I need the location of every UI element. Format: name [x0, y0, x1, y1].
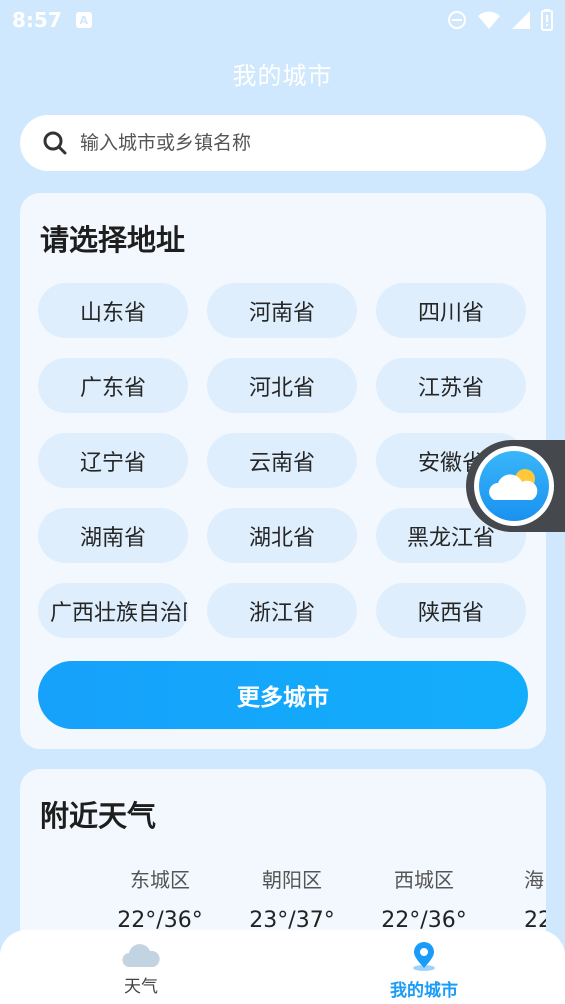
bottom-tab-bar: 天气 我的城市 [0, 930, 565, 1004]
wifi-icon [478, 11, 500, 29]
battery-icon [541, 9, 553, 31]
status-right [447, 9, 553, 31]
province-chip[interactable]: 广东省 [38, 358, 188, 413]
notification-icon: A [75, 12, 92, 28]
page-title: 我的城市 [232, 62, 333, 90]
province-chip[interactable]: 湖北省 [207, 508, 357, 563]
nearby-item[interactable]: 东城区 22°/36° [100, 864, 220, 933]
province-chip[interactable]: 浙江省 [207, 583, 357, 638]
status-left: 8:57 A [12, 8, 92, 32]
weather-cloud-sun-icon [474, 446, 554, 526]
province-chip[interactable]: 云南省 [207, 433, 357, 488]
province-chip[interactable]: 江苏省 [376, 358, 526, 413]
search-icon [43, 131, 67, 155]
province-card-title: 请选择地址 [40, 223, 186, 257]
nearby-district-name: 西城区 [394, 868, 454, 892]
province-chip[interactable]: 河北省 [207, 358, 357, 413]
nearby-item[interactable]: 海 22° [496, 864, 546, 933]
tab-my-city[interactable]: 我的城市 [359, 930, 489, 1004]
province-card: 请选择地址 山东省 河南省 四川省 广东省 河北省 江苏省 辽宁省 云南省 安徽… [20, 193, 546, 749]
province-chip[interactable]: 四川省 [376, 283, 526, 338]
status-bar: 8:57 A [0, 0, 565, 40]
province-chip[interactable]: 陕西省 [376, 583, 526, 638]
nearby-item[interactable]: 朝阳区 23°/37° [232, 864, 352, 933]
province-chip[interactable]: 广西壮族自治区 [38, 583, 188, 638]
province-chip[interactable]: 湖南省 [38, 508, 188, 563]
nearby-district-name: 朝阳区 [262, 868, 322, 892]
tab-weather-label: 天气 [124, 977, 158, 997]
cloud-icon [122, 944, 160, 968]
province-chip[interactable]: 河南省 [207, 283, 357, 338]
more-cities-button[interactable]: 更多城市 [38, 661, 528, 729]
search-input[interactable] [80, 132, 546, 154]
province-chip[interactable]: 辽宁省 [38, 433, 188, 488]
location-pin-icon [413, 942, 435, 971]
nearby-card-title: 附近天气 [40, 799, 157, 833]
nearby-item[interactable]: 西城区 22°/36° [364, 864, 484, 933]
search-bar[interactable] [20, 115, 546, 171]
signal-icon [512, 11, 530, 29]
status-time: 8:57 [12, 8, 62, 32]
dnd-icon [448, 11, 466, 29]
tab-weather[interactable]: 天气 [76, 930, 206, 1004]
tab-my-city-label: 我的城市 [390, 981, 458, 1001]
province-chip[interactable]: 山东省 [38, 283, 188, 338]
nearby-district-name: 东城区 [130, 868, 190, 892]
nearby-district-name: 海 [524, 868, 544, 892]
floating-weather-widget[interactable] [466, 440, 565, 532]
province-grid: 山东省 河南省 四川省 广东省 河北省 江苏省 辽宁省 云南省 安徽省 湖南省 … [38, 283, 528, 638]
